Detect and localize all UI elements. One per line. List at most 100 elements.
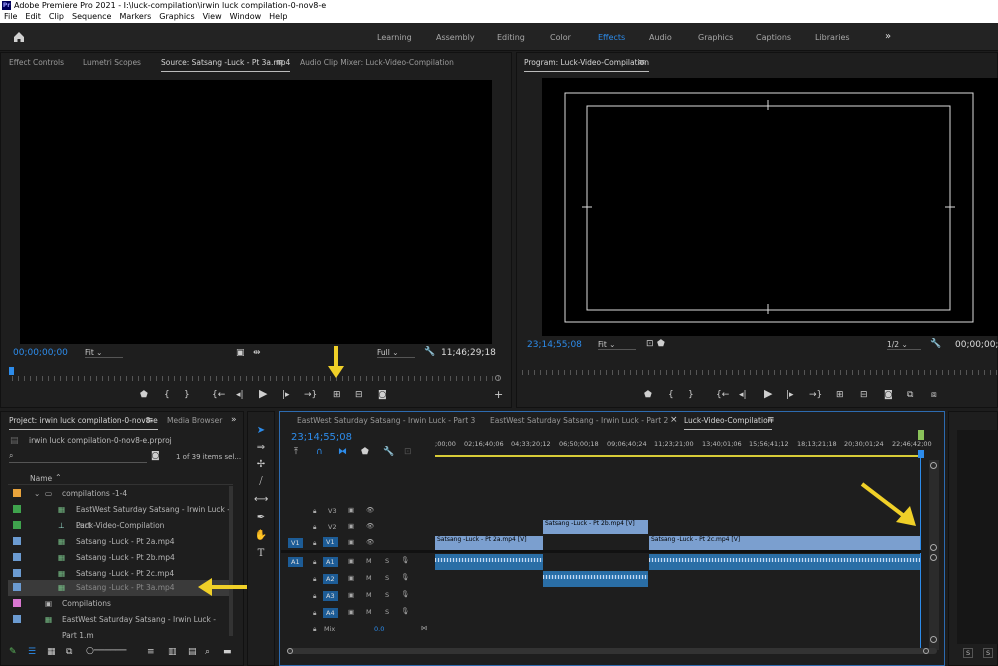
solo-button[interactable]: S	[385, 574, 389, 582]
end-marker[interactable]	[918, 430, 924, 440]
go-to-out-icon[interactable]: →}	[304, 390, 317, 400]
automate-icon[interactable]: ▥	[168, 647, 177, 657]
track-label-v1[interactable]: V1	[323, 537, 338, 547]
chevron-down-icon[interactable]: ⌄	[34, 486, 40, 502]
tab-source[interactable]: Source: Satsang -Luck - Pt 3a.mp4	[161, 58, 291, 72]
workspace-graphics[interactable]: Graphics	[698, 33, 733, 42]
scroll-handle-lower[interactable]	[930, 554, 937, 561]
program-resolution-dropdown[interactable]: 1/2 ⌄	[887, 340, 921, 350]
mix-meter-icon[interactable]: ⋈	[421, 624, 428, 632]
scroll-handle-bottom[interactable]	[930, 636, 937, 643]
column-name-label[interactable]: Name	[30, 474, 52, 483]
label-color-swatch[interactable]	[13, 583, 21, 591]
workspace-effects[interactable]: Effects	[598, 33, 625, 42]
more-tabs-icon[interactable]: »	[231, 415, 237, 425]
lock-icon[interactable]: 🔒︎	[313, 507, 316, 516]
label-color-swatch[interactable]	[13, 553, 21, 561]
safe-margin-icon[interactable]: ⊡	[646, 339, 654, 349]
play-icon[interactable]: ▶	[259, 388, 267, 399]
panel-menu-icon[interactable]: ≡	[276, 58, 284, 68]
go-to-in-icon[interactable]: {←	[212, 390, 225, 400]
timeline-horizontal-scrollbar[interactable]	[287, 648, 937, 654]
label-color-swatch[interactable]	[13, 505, 21, 513]
camera-icon[interactable]: ◙	[378, 390, 387, 400]
solo-button[interactable]: S	[385, 608, 389, 616]
menu-help[interactable]: Help	[269, 11, 287, 23]
new-item-icon[interactable]: ▤	[188, 647, 197, 657]
label-color-swatch[interactable]	[13, 537, 21, 545]
source-patch-v1[interactable]: V1	[288, 538, 303, 548]
tab-sequence-part2[interactable]: EastWest Saturday Satsang - Irwin Luck -…	[490, 416, 668, 425]
source-time-ruler[interactable]	[12, 376, 500, 381]
source-quality-dropdown[interactable]: Full ⌄	[377, 348, 415, 358]
lock-icon[interactable]: 🔒︎	[313, 625, 316, 634]
zoom-handle-right[interactable]	[923, 648, 929, 654]
scroll-handle-middle[interactable]	[930, 544, 937, 551]
zoom-slider-icon[interactable]: ○──────	[86, 646, 126, 656]
timeline-playhead[interactable]	[918, 450, 924, 458]
lock-icon[interactable]: 🔒︎	[313, 609, 316, 618]
clip-pt2c-video[interactable]: Satsang -Luck - Pt 2c.mp4 [V]	[649, 536, 920, 550]
marker-icon[interactable]: ⬟	[140, 390, 148, 400]
tab-program[interactable]: Program: Luck-Video-Compilation	[524, 58, 649, 72]
hand-tool-icon[interactable]: ✋	[254, 529, 268, 543]
track-select-tool-icon[interactable]: ⇒	[254, 441, 268, 455]
solo-button[interactable]: S	[385, 591, 389, 599]
tab-project[interactable]: Project: irwin luck compilation-0-nov8-e	[9, 416, 158, 430]
lock-icon[interactable]: 🔒︎	[313, 592, 316, 601]
menu-clip[interactable]: Clip	[49, 11, 64, 23]
track-label-a2[interactable]: A2	[323, 574, 338, 584]
timeline-timecode[interactable]: 23;14;55;08	[291, 432, 352, 443]
step-forward-icon[interactable]: |▸	[282, 390, 290, 400]
lock-icon[interactable]: 🔒︎	[313, 539, 316, 548]
settings-arrows-icon[interactable]: ⇹	[253, 348, 261, 358]
extract-icon[interactable]: ⊟	[860, 390, 868, 400]
tab-lumetri-scopes[interactable]: Lumetri Scopes	[83, 58, 141, 67]
menu-markers[interactable]: Markers	[119, 11, 151, 23]
sync-lock-icon[interactable]: ▣	[348, 522, 354, 530]
project-search-input[interactable]: ⌕	[9, 451, 147, 463]
microphone-icon[interactable]: 🎙︎	[401, 573, 409, 581]
panel-menu-icon[interactable]: ≡	[146, 416, 154, 426]
source-fit-dropdown[interactable]: Fit ⌄	[85, 348, 123, 358]
trim-icon[interactable]: ⧈	[931, 390, 937, 400]
mute-button[interactable]: M	[366, 557, 372, 565]
add-button-icon[interactable]: +	[494, 389, 503, 400]
eye-icon[interactable]: 👁︎	[366, 538, 374, 546]
play-icon[interactable]: ▶	[764, 388, 772, 399]
list-item[interactable]: ⌄ ▭ compilations -1-4	[8, 486, 233, 502]
mute-button[interactable]: M	[366, 574, 372, 582]
new-bin-icon[interactable]: ▬	[223, 647, 232, 657]
list-item[interactable]: ▦ Satsang -Luck - Pt 2b.mp4	[8, 550, 233, 566]
mark-out-icon[interactable]: }	[688, 390, 694, 400]
solo-right-button[interactable]: S	[983, 648, 994, 658]
camera-icon[interactable]: ◙	[884, 390, 893, 400]
marker-icon[interactable]: ⬟	[644, 390, 652, 400]
source-patch-a1[interactable]: A1	[288, 557, 303, 567]
close-icon[interactable]: ×	[670, 415, 678, 425]
menu-window[interactable]: Window	[230, 11, 262, 23]
sync-lock-icon[interactable]: ▣	[348, 557, 354, 565]
workspace-libraries[interactable]: Libraries	[815, 33, 850, 42]
snap-icon[interactable]: ∩	[316, 447, 323, 457]
step-forward-icon[interactable]: |▸	[786, 390, 794, 400]
find-icon[interactable]: ⌕	[205, 647, 210, 657]
menu-file[interactable]: File	[4, 11, 17, 23]
shield-icon[interactable]: ⬟	[657, 339, 665, 349]
source-playhead[interactable]	[9, 367, 14, 375]
go-to-out-icon[interactable]: →}	[809, 390, 822, 400]
add-marker-icon[interactable]: ⬟	[361, 447, 369, 457]
sync-lock-icon[interactable]: ▣	[348, 591, 354, 599]
sync-lock-icon[interactable]: ▣	[348, 574, 354, 582]
microphone-icon[interactable]: 🎙︎	[401, 607, 409, 615]
menu-graphics[interactable]: Graphics	[159, 11, 194, 23]
clip-pt2c-audio[interactable]	[649, 554, 920, 570]
compare-icon[interactable]: ⧉	[907, 390, 913, 400]
new-bin-from-search-icon[interactable]: ◙	[151, 451, 160, 461]
track-label-v2[interactable]: V2	[328, 523, 337, 531]
microphone-icon[interactable]: 🎙︎	[401, 556, 409, 564]
list-view-icon[interactable]: ☰	[28, 647, 36, 657]
panel-menu-icon[interactable]: ≡	[767, 415, 775, 425]
lock-icon[interactable]: 🔒︎	[313, 558, 316, 567]
clip-pt2a-video[interactable]: Satsang -Luck - Pt 2a.mp4 [V]	[435, 536, 543, 550]
